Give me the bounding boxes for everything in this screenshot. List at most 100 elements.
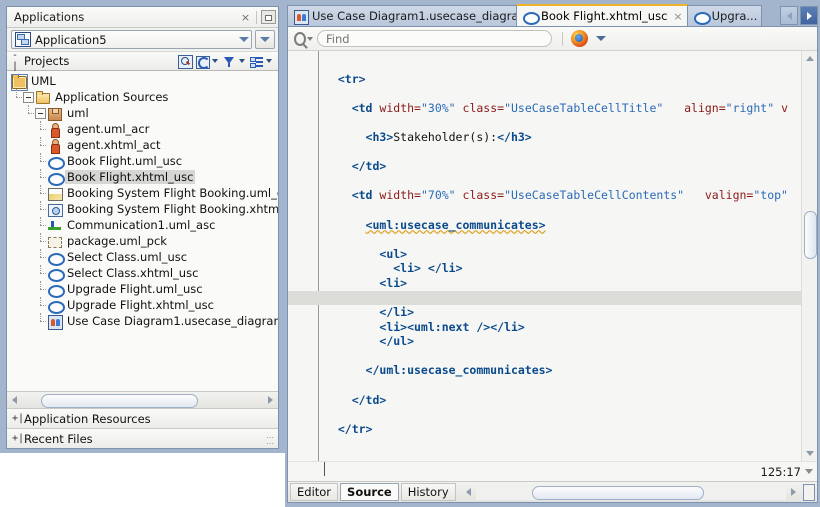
chevron-down-icon[interactable] — [212, 59, 218, 63]
code-line[interactable] — [288, 57, 801, 72]
project-tree[interactable]: UML Application Sources uml agent.uml_acr ag… — [7, 71, 278, 408]
code-token: width= — [379, 100, 421, 115]
tree-item-communication1-uml-asc[interactable]: Communication1.uml_asc — [7, 217, 278, 233]
chevron-down-icon[interactable] — [596, 36, 606, 41]
code-line[interactable]: <h3>Stakeholder(s):</h3> — [288, 130, 801, 145]
tree-toggle[interactable] — [23, 91, 34, 103]
scrollbar-track[interactable] — [22, 393, 263, 408]
jdeveloper-window: Applications × Application5 -| Projects — [0, 0, 820, 507]
code-line[interactable]: </uml:usecase_communicates> — [288, 363, 801, 378]
tree-item-book-flight-uml-usc[interactable]: Book Flight.uml_usc — [7, 153, 278, 170]
tree-item-upgrade-flight-xhtml-usc[interactable]: Upgrade Flight.xhtml_usc — [7, 297, 278, 314]
tree-item-package-uml-pck[interactable]: package.uml_pck — [7, 233, 278, 249]
tab-source[interactable]: Source — [340, 483, 399, 501]
scroll-down-icon[interactable] — [802, 446, 817, 461]
resize-corner[interactable] — [803, 483, 815, 501]
chevron-down-icon[interactable] — [239, 59, 245, 63]
scrollbar-track[interactable] — [475, 484, 786, 500]
search-input[interactable] — [317, 30, 552, 47]
filter-icon[interactable] — [222, 54, 238, 69]
refresh-working-sets-icon[interactable] — [195, 54, 211, 69]
application-menu-button[interactable] — [255, 30, 275, 49]
code-line-current[interactable] — [288, 290, 801, 306]
tree-horizontal-scrollbar[interactable] — [7, 391, 278, 408]
code-line[interactable] — [288, 232, 801, 247]
tree-item-book-flight-xhtml-usc[interactable]: Book Flight.xhtml_usc — [7, 169, 278, 186]
code-line[interactable] — [288, 349, 801, 364]
editor-vertical-scrollbar[interactable] — [801, 51, 817, 461]
code-line[interactable] — [288, 378, 801, 393]
tab-history[interactable]: History — [400, 483, 456, 501]
scroll-right-icon[interactable] — [786, 485, 801, 500]
chevron-down-icon[interactable] — [266, 59, 272, 63]
scroll-left-icon[interactable] — [461, 485, 476, 500]
code-editor[interactable]: <tr> <td width="30%" class="UseCaseTable… — [288, 51, 817, 461]
usecase-oval-icon — [47, 170, 65, 186]
code-line[interactable]: <td width="70%" class="UseCaseTableCellC… — [288, 188, 801, 203]
code-line[interactable]: <tr> — [288, 72, 801, 87]
code-line[interactable] — [288, 115, 801, 130]
close-icon[interactable]: × — [673, 10, 682, 23]
close-icon[interactable]: × — [238, 10, 253, 25]
editor-tab-use-case-diagram1-usecase-diagram[interactable]: Use Case Diagram1.usecase_diagram× — [287, 5, 517, 26]
code-content[interactable]: <tr> <td width="30%" class="UseCaseTable… — [288, 57, 801, 461]
code-token: align= — [684, 100, 726, 115]
editor-tab-upgra[interactable]: Upgra... — [686, 5, 763, 26]
tab-prev-button[interactable] — [780, 6, 798, 25]
code-line[interactable]: </td> — [288, 159, 801, 174]
tab-next-button[interactable] — [800, 6, 818, 25]
code-line[interactable]: </td> — [288, 393, 801, 408]
code-line[interactable] — [288, 407, 801, 422]
tree-item-booking-system-flight-booking-xhtm[interactable]: Booking System Flight Booking.xhtm — [7, 201, 278, 217]
code-line[interactable] — [288, 145, 801, 160]
recent-files-expander[interactable]: +| — [12, 433, 24, 444]
tree-item-uml[interactable]: uml — [7, 105, 278, 121]
tree-item-select-class-uml-usc[interactable]: Select Class.uml_usc — [7, 249, 278, 266]
tree-item-select-class-xhtml-usc[interactable]: Select Class.xhtml_usc — [7, 265, 278, 282]
tree-item-application-sources[interactable]: Application Sources — [7, 89, 278, 105]
tree-toggle[interactable] — [35, 107, 46, 119]
code-line[interactable] — [288, 174, 801, 189]
code-line[interactable] — [288, 86, 801, 101]
section-application-resources[interactable]: +| Application Resources — [7, 408, 278, 428]
search-projects-icon[interactable] — [177, 54, 193, 69]
search-icon[interactable] — [293, 30, 313, 48]
scroll-up-icon[interactable] — [802, 51, 817, 66]
resize-grip-icon[interactable]: ⋯ ⋯ — [264, 434, 276, 448]
scrollbar-thumb[interactable] — [41, 393, 198, 408]
code-line[interactable]: </tr> — [288, 422, 801, 437]
code-line[interactable]: <li> </li> — [288, 261, 801, 276]
tree-item-use-case-diagram1-usecase-diagram[interactable]: Use Case Diagram1.usecase_diagram — [7, 313, 278, 330]
code-line[interactable]: <li><uml:next /></li> — [288, 320, 801, 335]
projects-expander[interactable]: -| — [12, 50, 22, 72]
scrollbar-thumb[interactable] — [804, 211, 817, 259]
code-line[interactable]: <ul> — [288, 247, 801, 262]
editor-horizontal-scrollbar[interactable] — [461, 484, 801, 501]
application-combo[interactable]: Application5 — [11, 30, 252, 49]
tree-item-uml[interactable]: UML — [7, 73, 278, 91]
application-resources-expander[interactable]: +| — [12, 413, 24, 424]
tree-item-agent-uml-acr[interactable]: agent.uml_acr — [7, 121, 278, 138]
tree-connector — [35, 233, 47, 249]
code-line[interactable]: <td width="30%" class="UseCaseTableCellT… — [288, 101, 801, 116]
tree-item-agent-xhtml-act[interactable]: agent.xhtml_act — [7, 137, 278, 154]
scroll-right-icon[interactable] — [263, 393, 278, 408]
tree-item-upgrade-flight-uml-usc[interactable]: Upgrade Flight.uml_usc — [7, 281, 278, 298]
code-line[interactable]: <uml:usecase_communicates> — [288, 218, 801, 233]
scrollbar-thumb[interactable] — [531, 485, 705, 500]
tab-editor[interactable]: Editor — [290, 483, 339, 501]
chevron-down-icon[interactable] — [805, 469, 813, 474]
code-line[interactable] — [288, 203, 801, 218]
class-diagram-icon — [47, 202, 63, 217]
code-line[interactable]: </ul> — [288, 334, 801, 349]
code-line[interactable]: <li> — [288, 276, 801, 291]
editor-tab-book-flight-xhtml-usc[interactable]: Book Flight.xhtml_usc × — [516, 4, 688, 26]
group-by-icon[interactable] — [249, 54, 265, 69]
scroll-left-icon[interactable] — [7, 393, 22, 408]
minimize-button[interactable] — [261, 10, 276, 25]
firefox-icon[interactable] — [571, 30, 588, 47]
section-recent-files[interactable]: +| Recent Files — [7, 428, 278, 448]
code-line[interactable]: </li> — [288, 305, 801, 320]
tree-item-booking-system-flight-booking-uml-c[interactable]: Booking System Flight Booking.uml_c — [7, 185, 278, 201]
